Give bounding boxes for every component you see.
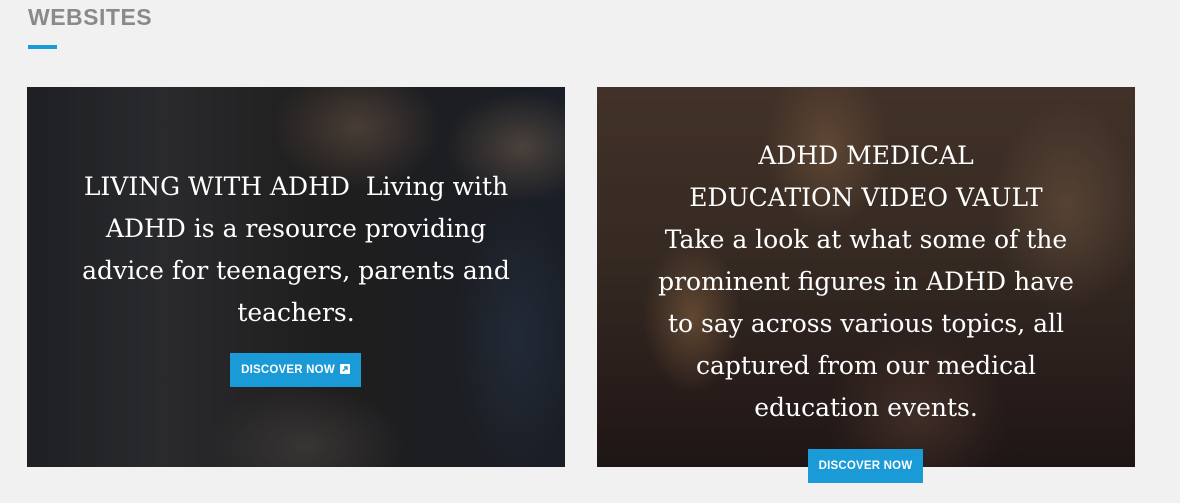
external-link-icon	[339, 364, 350, 374]
card-living-with-adhd[interactable]: LIVING WITH ADHD Living with ADHD is a r…	[27, 87, 565, 467]
card-heading: LIVING WITH ADHD	[83, 172, 350, 201]
card-text: LIVING WITH ADHD Living with ADHD is a r…	[77, 166, 515, 334]
discover-now-button[interactable]: DISCOVER NOW	[230, 353, 361, 387]
card-text: ADHD MEDICAL EDUCATION VIDEO VAULT Take …	[637, 135, 1095, 429]
section-title: WEBSITES	[28, 4, 153, 30]
card-body: Take a look at what some of the prominen…	[658, 225, 1074, 422]
discover-now-button[interactable]: DISCOVER NOW	[808, 449, 923, 483]
card-heading: ADHD MEDICAL EDUCATION VIDEO VAULT	[689, 141, 1043, 212]
card-video-vault[interactable]: ADHD MEDICAL EDUCATION VIDEO VAULT Take …	[597, 87, 1135, 467]
title-underline	[28, 45, 57, 49]
button-label: DISCOVER NOW	[241, 364, 335, 376]
